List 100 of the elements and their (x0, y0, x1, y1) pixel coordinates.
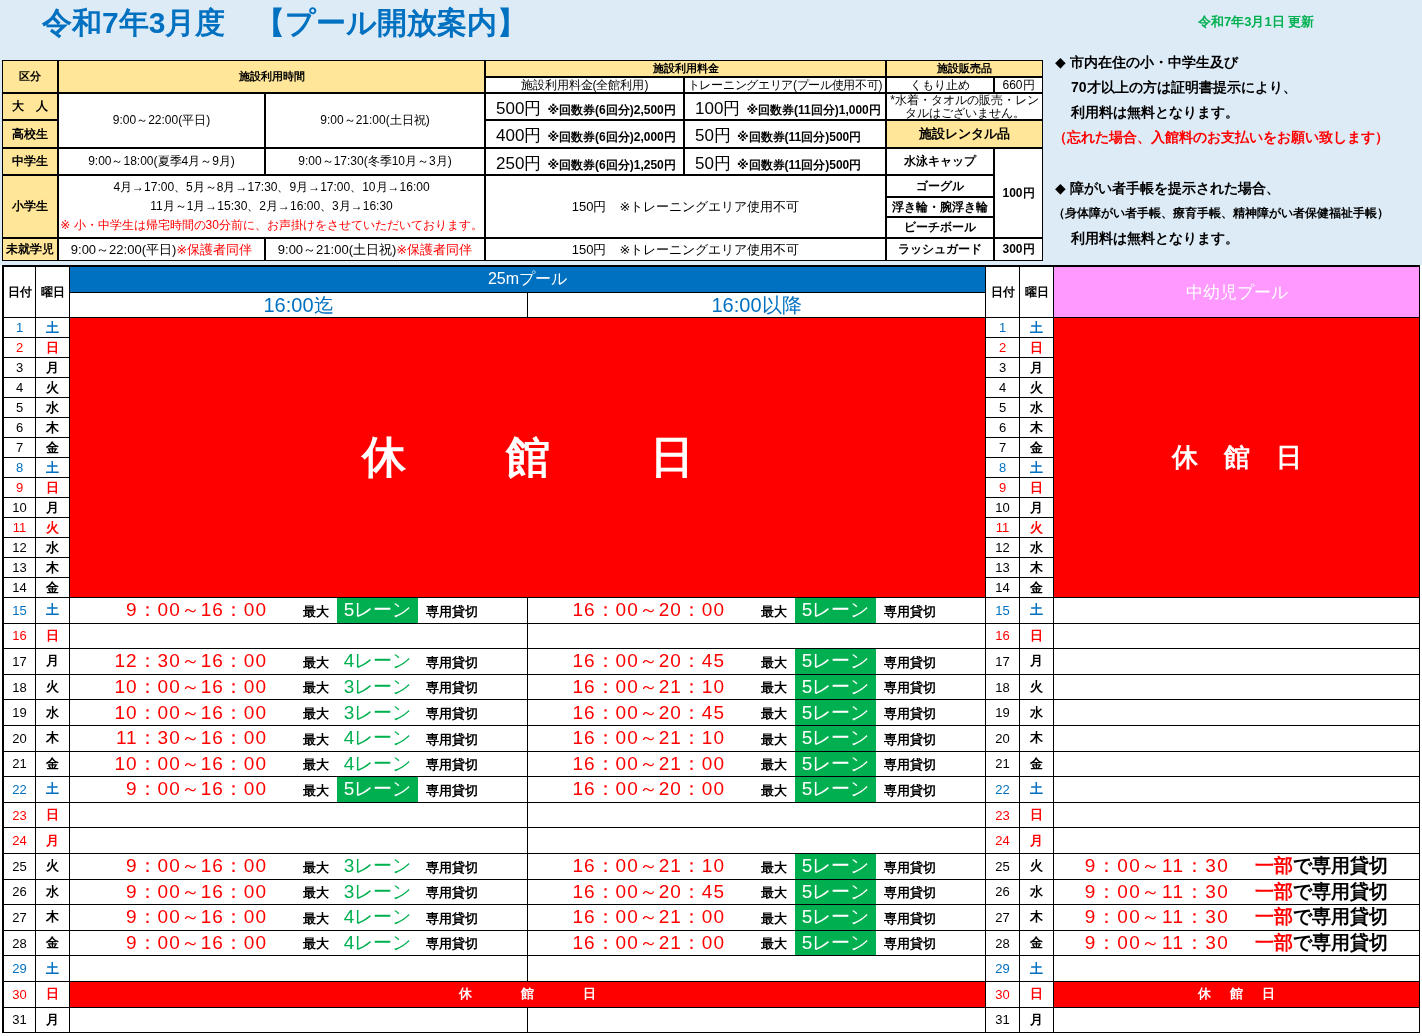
weekday-cell: 土 (36, 777, 70, 803)
time-range: 9：00～16：00 (125, 879, 267, 904)
time-range: 16：00～20：45 (571, 700, 725, 725)
weekday-cell: 金 (36, 930, 70, 957)
date-cell: 28 (4, 930, 36, 957)
date-cell: 30 (4, 981, 36, 1008)
weekday-cell: 土 (1020, 598, 1054, 624)
column-header: 施設利用時間 (58, 60, 485, 93)
reservation-label: 専用貸切 (884, 909, 936, 928)
table-cell: ゴーグル (886, 175, 994, 197)
date-cell: 18 (4, 674, 36, 701)
lane-count: 5レーン (795, 674, 876, 700)
max-label: 最大 (761, 653, 787, 672)
weekday-cell: 金 (1020, 751, 1054, 778)
row-header: 未就学児 (2, 238, 58, 261)
table-cell: 浮き輪・腕浮き輪 (886, 197, 994, 217)
time-range: 12：30～16：00 (113, 649, 267, 674)
reservation-label: 専用貸切 (426, 935, 478, 954)
reservation-label: 専用貸切 (426, 704, 478, 723)
lane-count: 5レーン (795, 853, 876, 879)
date-cell: 2 (4, 338, 36, 358)
row-header: 高校生 (2, 120, 58, 148)
pool-header: 中幼児プール (1054, 267, 1420, 318)
price-text: 250円 (496, 153, 542, 175)
pool-header: 25mプール (70, 267, 986, 293)
date-cell: 18 (986, 674, 1020, 701)
time-range: 9：00～16：00 (125, 931, 267, 955)
reservation-label: 専用貸切 (884, 756, 936, 775)
lane-count: 4レーン (342, 649, 413, 674)
max-label: 最大 (761, 756, 787, 775)
time-range: 16：00～21：10 (571, 726, 725, 751)
date-cell: 26 (986, 879, 1020, 906)
table-cell: 660円 (994, 77, 1043, 93)
lane-count: 3レーン (342, 675, 413, 700)
closed-day-banner: 休 館 日 (1054, 981, 1420, 1008)
table-cell: 150円 ※トレーニングエリア使用不可 (485, 175, 886, 238)
reservation-label: 専用貸切 (426, 756, 478, 775)
max-label: 最大 (761, 602, 787, 621)
max-label: 最大 (761, 935, 787, 954)
max-label: 最大 (303, 756, 329, 775)
lane-count: 4レーン (342, 751, 413, 776)
weekday-cell: 月 (1020, 828, 1054, 854)
date-cell: 17 (986, 649, 1020, 675)
row-header: 中学生 (2, 148, 58, 175)
row-header: 大 人 (2, 93, 58, 120)
max-label: 最大 (761, 704, 787, 723)
date-cell: 20 (986, 725, 1020, 752)
time-range: 16：00～20：00 (571, 777, 725, 802)
closed-day-banner: 休 館 日 (70, 981, 986, 1008)
lane-count: 3レーン (342, 700, 413, 725)
page-title: 令和7年3月度 【プール開放案内】 (41, 5, 528, 41)
reservation-label: 専用貸切 (884, 679, 936, 698)
reservation-label: 専用貸切 (426, 602, 478, 621)
date-cell: 28 (986, 930, 1020, 957)
table-cell: 300円 (994, 238, 1043, 261)
row-header: 小学生 (2, 175, 58, 238)
time-range: 9：00～11：30 (1084, 854, 1230, 879)
date-cell: 24 (986, 828, 1020, 854)
column-header: トレーニングエリア(プール使用不可) (684, 77, 886, 93)
column-header: 施設レンタル品 (886, 120, 1043, 148)
ticket-text: ※回数券(11回分)500円 (736, 129, 862, 146)
max-label: 最大 (303, 679, 329, 698)
table-cell: 9:00～21:00(土日祝) (265, 93, 485, 148)
ticket-text: ※回数券(6回分)2,000円 (547, 129, 676, 146)
date-cell: 19 (986, 700, 1020, 726)
lane-count: 5レーン (795, 598, 876, 623)
date-cell: 1 (4, 318, 36, 338)
max-label: 最大 (761, 679, 787, 698)
time-range: 16：00～21：10 (571, 675, 725, 700)
date-cell: 7 (4, 438, 36, 458)
lane-count: 4レーン (342, 726, 413, 751)
date-cell: 23 (986, 802, 1020, 829)
hours-text: 11月～1月→15:30、2月→16:00、3月→16:30 (150, 198, 393, 215)
price-text: 50円 (695, 125, 731, 147)
table-cell: 150円 ※トレーニングエリア使用不可 (485, 238, 886, 261)
time-range: 16：00～20：00 (571, 598, 725, 623)
reservation-label: 専用貸切 (884, 884, 936, 903)
date-cell: 10 (4, 498, 36, 518)
max-label: 最大 (303, 909, 329, 928)
time-range: 9：00～16：00 (125, 598, 267, 623)
lane-count: 3レーン (342, 879, 413, 904)
table-cell: 9:00～22:00(平日)※保護者同伴 (58, 238, 265, 261)
date-cell: 15 (4, 598, 36, 624)
column-header: 施設販売品 (886, 60, 1043, 77)
price-text: 500円 (496, 98, 542, 120)
time-range: 9：00～16：00 (125, 854, 267, 879)
date-cell: 29 (986, 956, 1020, 982)
max-label: 最大 (303, 704, 329, 723)
date-cell: 11 (4, 518, 36, 538)
weekday-cell: 土 (1020, 777, 1054, 803)
time-range: 11：30～16：00 (114, 726, 267, 751)
reservation-label: 専用貸切 (426, 858, 478, 877)
time-range: 10：00～16：00 (113, 700, 267, 725)
weekday-cell: 月 (36, 1007, 70, 1034)
max-label: 最大 (761, 909, 787, 928)
time-range: 16：00～21：00 (571, 751, 725, 776)
reservation-label: 専用貸切 (884, 858, 936, 877)
weekday-cell: 月 (36, 828, 70, 854)
date-cell: 13 (4, 558, 36, 578)
weekday-cell: 木 (36, 725, 70, 752)
